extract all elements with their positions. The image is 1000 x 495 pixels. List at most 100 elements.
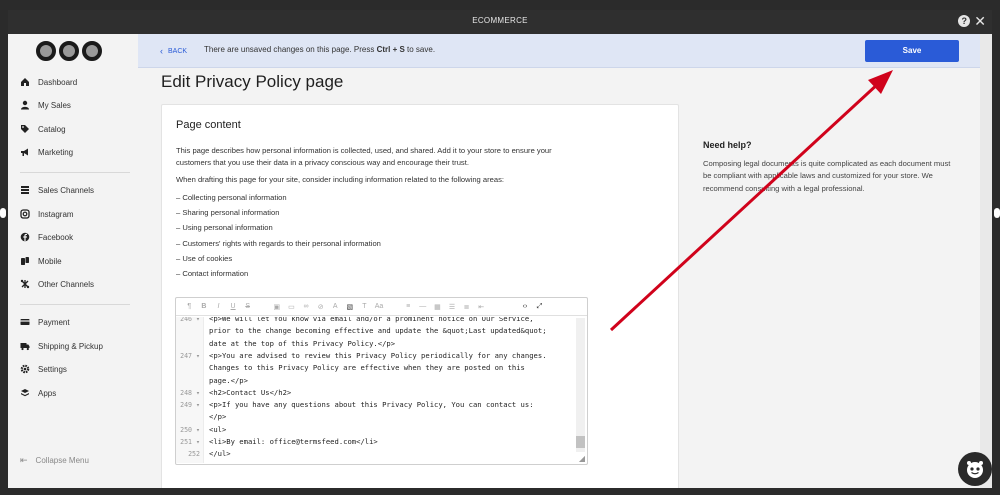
code-text: <h2>Contact Us</h2> [209,387,292,397]
code-text: prior to the change becoming effective a… [209,326,547,336]
line-number: 247 ▾ [180,351,200,360]
paragraph-icon[interactable]: ¶ [182,303,197,310]
code-line: prior to the change becoming effective a… [176,325,574,337]
edge-handle-left [0,208,6,218]
sidebar-item-dashboard[interactable]: Dashboard [20,74,77,90]
facebook-icon [20,232,30,242]
window-titlebar: ECOMMERCE ? ✕ [8,10,992,34]
back-link[interactable]: ‹ BACK [160,46,187,56]
code-line: Changes to this Privacy Policy are effec… [176,362,574,374]
image-icon[interactable]: ▣ [270,303,285,311]
sidebar-item-mobile[interactable]: Mobile [20,253,62,269]
code-line: 251 ▾ <li>By email: office@termsfeed.com<… [176,436,574,448]
truck-icon [20,341,30,351]
code-line: 246 ▾ <p>We will let You know via email a… [176,317,574,325]
logo-circle [82,41,102,61]
outdent-icon[interactable]: ⇤ [474,303,489,311]
sidebar-item-facebook[interactable]: Facebook [20,229,73,245]
logo-circle [36,41,56,61]
code-line: page.</p> [176,375,574,387]
sidebar-item-apps[interactable]: Apps [20,385,56,401]
page-content-card: Page content This page describes how per… [161,104,679,488]
numbered-list-icon[interactable]: ≣ [459,303,474,311]
list-item: Sharing personal information [176,205,381,220]
sidebar-item-marketing[interactable]: Marketing [20,144,73,160]
text-color-icon[interactable]: A [328,303,343,310]
unsaved-text-after: to save. [404,45,436,54]
bullet-list-icon[interactable]: ☰ [445,303,460,311]
network-icon [20,279,30,289]
code-line: 248 ▾ <h2>Contact Us</h2> [176,387,574,399]
code-text: <p>We will let You know via email and/or… [209,317,534,323]
line-number: 249 ▾ [180,401,200,410]
line-number: 252 [188,450,200,459]
app-window: Dashboard My Sales Catalog Marketing Sal… [8,34,992,488]
help-text: Composing legal documents is quite compl… [703,159,951,193]
source-code-icon[interactable]: ‹› [518,303,533,310]
table-icon[interactable]: ▦ [430,303,445,311]
list-item: Collecting personal information [176,190,381,205]
align-icon[interactable]: ≡ [401,303,416,310]
sidebar-item-instagram[interactable]: Instagram [20,206,74,222]
code-line: date at the top of this Privacy Policy.<… [176,338,574,350]
resize-handle-icon[interactable]: ◢ [579,454,585,463]
sidebar-item-my-sales[interactable]: My Sales [20,97,71,113]
back-label: BACK [168,47,188,55]
editor-scrollbar-thumb[interactable] [576,436,585,448]
link-icon[interactable]: ∞ [299,303,314,310]
unlink-icon[interactable]: ⊘ [313,303,328,311]
code-text: <ul> [209,424,227,434]
window-title: ECOMMERCE [472,16,528,25]
close-icon[interactable]: ✕ [974,14,986,28]
instagram-icon [20,209,30,219]
line-number: 250 ▾ [180,425,200,434]
megaphone-icon [20,147,30,157]
chat-support-button[interactable] [958,452,992,486]
scrollbar-track[interactable] [980,34,992,68]
sidebar-item-sales-channels[interactable]: Sales Channels [20,182,94,198]
code-area[interactable]: 246 ▾ <p>We will let You know via email a… [176,317,574,463]
horizontal-rule-icon[interactable]: — [416,303,431,310]
bold-icon[interactable]: B [197,303,212,310]
sidebar-item-label: Shipping & Pickup [38,341,103,351]
page-scrollbar-track[interactable] [980,68,992,488]
sidebar-item-settings[interactable]: Settings [20,361,67,377]
page-title: Edit Privacy Policy page [161,72,344,91]
strikethrough-icon[interactable]: S [240,303,255,310]
code-line: 250 ▾ <ul> [176,424,574,436]
help-title: Need help? [703,140,752,150]
help-icon[interactable]: ? [958,15,971,27]
intro-text: This page describes how personal informa… [176,146,552,167]
video-icon[interactable]: ▭ [284,303,299,311]
underline-icon[interactable]: U [226,303,241,310]
editor-scrollbar-track[interactable] [576,318,585,452]
logo-circle [59,41,79,61]
list-item: Use of cookies [176,251,381,266]
layers-icon [20,185,30,195]
code-text: Changes to this Privacy Policy are effec… [209,363,525,373]
background-color-icon[interactable]: ▧ [343,303,358,311]
sidebar-item-other-channels[interactable]: Other Channels [20,276,94,292]
sidebar-item-label: Dashboard [38,77,78,87]
collapse-icon: ⇤ [20,455,28,465]
list-item: Using personal information [176,220,381,235]
chevron-left-icon: ‹ [160,46,163,56]
sidebar-item-payment[interactable]: Payment [20,314,70,330]
code-text: </ul> [209,449,231,459]
tag-icon [20,124,30,134]
store-logo[interactable] [36,41,102,61]
list-item: Customers' rights with regards to their … [176,236,381,251]
sidebar-item-catalog[interactable]: Catalog [20,121,66,137]
font-icon[interactable]: Aa [372,303,387,310]
collapse-menu-button[interactable]: ⇤ Collapse Menu [20,455,89,466]
save-button[interactable]: Save [865,40,959,62]
code-text: page.</p> [209,375,248,385]
unsaved-changes-message: There are unsaved changes on this page. … [204,45,435,54]
html-code-editor[interactable]: ¶ B I U S ▣ ▭ ∞ ⊘ A ▧ T Aa ≡ — ▦ ☰ ≣ ⇤ ‹… [175,297,588,465]
sidebar-item-shipping-pickup[interactable]: Shipping & Pickup [20,338,103,354]
fullscreen-icon[interactable]: ⤢ [532,303,547,311]
help-panel: Need help? Composing legal documents is … [703,140,953,195]
gear-icon [20,364,30,374]
italic-icon[interactable]: I [211,303,226,310]
text-size-icon[interactable]: T [357,303,372,310]
